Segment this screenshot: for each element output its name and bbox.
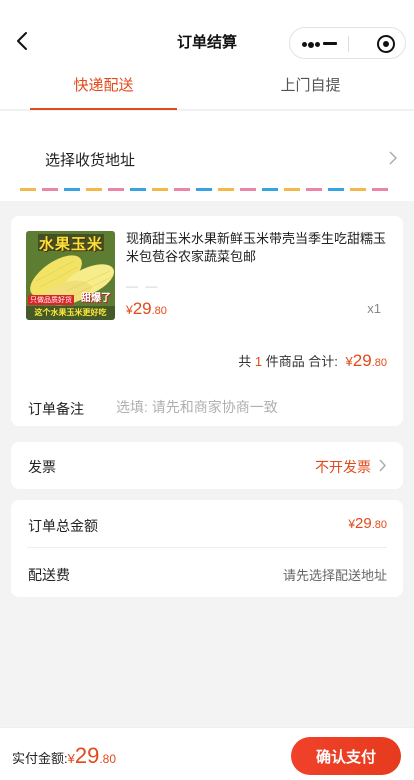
item-count: 1 xyxy=(254,354,263,369)
amount-paid: 实付金额:¥29.80 xyxy=(12,743,116,769)
checkout-bar: 实付金额:¥29.80 确认支付 xyxy=(0,727,414,780)
order-total-label: 订单总金额 xyxy=(28,518,98,534)
amount-paid-integer: 29 xyxy=(74,743,100,768)
summary-suffix: 件商品 合计: xyxy=(265,354,338,369)
product-image[interactable]: 水果玉米 只做品质好货 甜爆了 这个水果玉米更好吃 xyxy=(26,231,115,320)
order-total-row: 订单总金额 ¥29.80 xyxy=(27,500,387,548)
close-target-icon[interactable] xyxy=(377,35,395,53)
currency-symbol: ¥ xyxy=(348,517,356,531)
order-note-input[interactable] xyxy=(116,394,386,420)
currency-symbol: ¥ xyxy=(345,354,353,369)
confirm-payment-button[interactable]: 确认支付 xyxy=(291,737,401,775)
price-integer: 29 xyxy=(132,299,152,318)
summary-total-integer: 29 xyxy=(352,351,372,370)
currency-symbol: ¥ xyxy=(67,751,75,766)
order-total-decimal: .80 xyxy=(371,519,387,531)
active-tab-indicator xyxy=(30,108,177,110)
image-tag-quality: 只做品质好货 xyxy=(28,295,74,305)
amount-details: 订单总金额 ¥29.80 配送费 请先选择配送地址 xyxy=(11,500,403,597)
order-total-amount: ¥29.80 xyxy=(348,515,387,533)
price-decimal: .80 xyxy=(151,305,167,317)
order-total-integer: 29 xyxy=(355,515,372,532)
image-tag-bottom: 这个水果玉米更好吃 xyxy=(34,308,107,317)
shipping-fee-hint: 请先选择配送地址 xyxy=(282,568,387,583)
summary-total-decimal: .80 xyxy=(371,357,387,369)
shipping-fee-label: 配送费 xyxy=(28,567,70,583)
chevron-right-icon xyxy=(379,459,386,472)
product-spec-placeholder: — — xyxy=(126,279,160,293)
tab-self-pickup[interactable]: 上门自提 xyxy=(207,62,414,110)
summary-prefix: 共 xyxy=(238,354,252,369)
tab-label: 快递配送 xyxy=(73,77,134,94)
image-tag-sweet: 甜爆了 xyxy=(81,293,111,304)
envelope-stripe-divider xyxy=(20,188,394,191)
amount-paid-label: 实付金额: xyxy=(12,751,68,766)
capsule-divider xyxy=(348,36,349,52)
chevron-right-icon xyxy=(389,151,397,165)
navigation-bar: 订单结算 xyxy=(0,0,414,62)
order-note-label: 订单备注 xyxy=(28,401,84,417)
invoice-value: 不开发票 xyxy=(315,459,371,475)
currency-symbol: ¥ xyxy=(126,303,133,317)
order-summary: 共 1 件商品 合计: ¥29.80 xyxy=(238,351,387,371)
address-selector[interactable]: 选择收货地址 xyxy=(0,111,414,201)
product-quantity: x1 xyxy=(367,301,381,316)
shipping-fee-row: 配送费 请先选择配送地址 xyxy=(11,549,403,597)
invoice-label: 发票 xyxy=(28,459,56,475)
product-price: ¥29.80 xyxy=(126,299,167,319)
product-title[interactable]: 现摘甜玉米水果新鲜玉米带壳当季生吃甜糯玉米包苞谷农家蔬菜包邮 xyxy=(126,230,388,266)
address-placeholder: 选择收货地址 xyxy=(45,152,136,169)
tab-label: 上门自提 xyxy=(280,77,341,94)
minimize-icon[interactable] xyxy=(323,42,337,45)
tab-express-delivery[interactable]: 快递配送 xyxy=(0,62,207,110)
delivery-tabs: 快递配送 上门自提 xyxy=(0,62,414,110)
amount-paid-decimal: .80 xyxy=(99,752,117,766)
image-banner-text: 水果玉米 xyxy=(39,236,104,253)
more-options-icon[interactable] xyxy=(302,41,320,48)
product-card: 水果玉米 只做品质好货 甜爆了 这个水果玉米更好吃 现摘甜玉米水果新鲜玉米带壳当… xyxy=(11,216,403,426)
invoice-row[interactable]: 发票 不开发票 xyxy=(11,442,403,489)
mini-program-capsule xyxy=(289,27,406,59)
